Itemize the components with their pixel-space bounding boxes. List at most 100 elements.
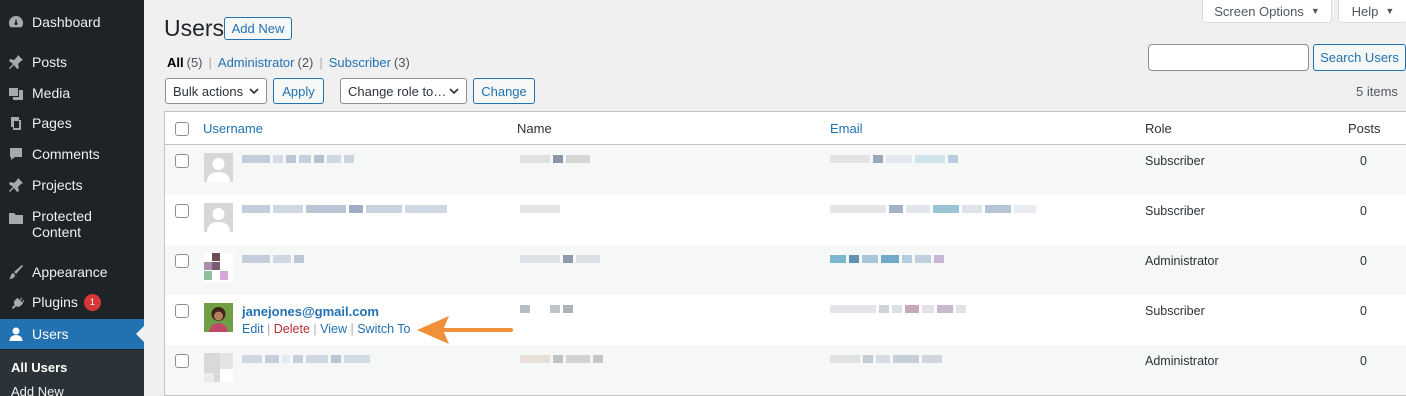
dashboard-icon bbox=[8, 14, 24, 30]
switch-to-link[interactable]: Switch To bbox=[357, 322, 410, 336]
sidebar-item-label: Posts bbox=[32, 54, 68, 70]
row-posts[interactable]: 0 bbox=[1360, 254, 1367, 268]
filter-administrator[interactable]: Administrator bbox=[218, 55, 295, 70]
row-checkbox[interactable] bbox=[175, 204, 189, 218]
delete-link[interactable]: Delete bbox=[274, 322, 310, 336]
redacted-email bbox=[830, 255, 944, 263]
help-label: Help bbox=[1351, 3, 1379, 19]
sidebar-item-projects[interactable]: Projects bbox=[0, 175, 144, 195]
sidebar-item-media[interactable]: Media bbox=[0, 83, 144, 103]
row-posts[interactable]: 0 bbox=[1360, 354, 1367, 368]
search-users-button[interactable]: Search Users bbox=[1313, 44, 1406, 71]
sidebar-item-posts[interactable]: Posts bbox=[0, 52, 144, 72]
comment-icon bbox=[8, 146, 24, 162]
row-checkbox[interactable] bbox=[175, 154, 189, 168]
row-posts[interactable]: 0 bbox=[1360, 154, 1367, 168]
change-role-select[interactable]: Change role to… bbox=[340, 78, 467, 104]
sidebar-item-plugins[interactable]: Plugins 1 bbox=[0, 292, 144, 312]
sidebar-item-label: Users bbox=[32, 326, 69, 342]
sidebar-item-label: Projects bbox=[32, 177, 83, 193]
bulk-actions-value: Bulk actions bbox=[173, 83, 244, 99]
column-username[interactable]: Username bbox=[203, 121, 263, 136]
row-checkbox[interactable] bbox=[175, 254, 189, 268]
sidebar-item-label: Media bbox=[32, 85, 71, 101]
sidebar-item-label: Comments bbox=[32, 146, 100, 162]
column-role: Role bbox=[1145, 121, 1172, 136]
sidebar-item-label: Pages bbox=[32, 115, 72, 131]
table-row: janejones@gmail.com Edit | Delete | View… bbox=[165, 295, 1406, 345]
redacted-username bbox=[242, 155, 354, 163]
redacted-email bbox=[830, 355, 942, 363]
submenu-add-new[interactable]: Add New bbox=[11, 384, 64, 396]
select-all-checkbox[interactable] bbox=[175, 122, 189, 136]
table-row: Subscriber 0 bbox=[165, 145, 1406, 195]
change-role-value: Change role to… bbox=[348, 83, 447, 99]
submenu-all-users[interactable]: All Users bbox=[11, 360, 67, 375]
add-new-user-button[interactable]: Add New bbox=[224, 17, 292, 40]
sidebar-item-comments[interactable]: Comments bbox=[0, 144, 144, 164]
row-checkbox[interactable] bbox=[175, 354, 189, 368]
view-link[interactable]: View bbox=[320, 322, 347, 336]
items-count: 5 items bbox=[1356, 84, 1398, 99]
column-name: Name bbox=[517, 121, 552, 136]
bulk-actions-select[interactable]: Bulk actions bbox=[165, 78, 267, 104]
filter-all-count: (5) bbox=[186, 55, 203, 70]
row-role: Administrator bbox=[1145, 354, 1219, 368]
row-role: Subscriber bbox=[1145, 304, 1205, 318]
username-link[interactable]: janejones@gmail.com bbox=[242, 304, 379, 319]
screen-options-label: Screen Options bbox=[1214, 3, 1304, 19]
screen-options-tab[interactable]: Screen Options ▼ bbox=[1202, 0, 1332, 23]
redacted-name bbox=[520, 155, 590, 163]
row-posts[interactable]: 0 bbox=[1360, 304, 1367, 318]
avatar bbox=[204, 353, 233, 382]
main-content: Users Add New Screen Options ▼ Help ▼ All(… bbox=[144, 0, 1406, 396]
users-submenu: All Users Add New bbox=[0, 350, 144, 396]
sidebar-item-label: Appearance bbox=[32, 264, 108, 280]
filter-subscriber-count: (3) bbox=[393, 55, 410, 70]
plug-icon bbox=[8, 294, 24, 310]
table-row: Subscriber 0 bbox=[165, 195, 1406, 245]
media-icon bbox=[8, 85, 24, 101]
row-checkbox[interactable] bbox=[175, 304, 189, 318]
edit-link[interactable]: Edit bbox=[242, 322, 264, 336]
redacted-email bbox=[830, 305, 966, 313]
search-users-input[interactable] bbox=[1148, 44, 1309, 71]
column-email[interactable]: Email bbox=[830, 121, 863, 136]
brush-icon bbox=[8, 264, 24, 280]
avatar bbox=[204, 253, 233, 282]
admin-sidebar: Dashboard Posts Media Pages Comments Pro… bbox=[0, 0, 144, 396]
redacted-username bbox=[242, 205, 447, 213]
redacted-name bbox=[520, 305, 573, 313]
apply-button[interactable]: Apply bbox=[273, 78, 324, 104]
chevron-down-icon bbox=[448, 85, 460, 97]
avatar bbox=[204, 203, 233, 232]
table-row: Administrator 0 bbox=[165, 245, 1406, 295]
row-actions: Edit | Delete | View | Switch To bbox=[242, 322, 410, 336]
users-table: Username Name Email Role Posts Subscribe… bbox=[164, 111, 1406, 396]
table-header: Username Name Email Role Posts bbox=[165, 112, 1406, 145]
sidebar-item-users[interactable]: Users bbox=[0, 319, 144, 349]
filter-subscriber[interactable]: Subscriber bbox=[329, 55, 391, 70]
redacted-name bbox=[520, 205, 560, 213]
role-filter-links: All (5) | Administrator (2) | Subscriber (3… bbox=[167, 55, 410, 70]
filter-all[interactable]: All bbox=[167, 55, 184, 70]
row-role: Subscriber bbox=[1145, 204, 1205, 218]
redacted-email bbox=[830, 155, 958, 163]
table-row: Administrator 0 bbox=[165, 345, 1406, 395]
sidebar-item-protected-content[interactable]: Protected Content bbox=[0, 208, 144, 240]
change-role-button[interactable]: Change bbox=[473, 78, 535, 104]
redacted-username bbox=[242, 355, 370, 363]
sidebar-item-pages[interactable]: Pages bbox=[0, 113, 144, 133]
help-tab[interactable]: Help ▼ bbox=[1338, 0, 1406, 23]
row-role: Administrator bbox=[1145, 254, 1219, 268]
sidebar-item-appearance[interactable]: Appearance bbox=[0, 262, 144, 282]
page-title: Users bbox=[164, 15, 225, 41]
update-count-badge: 1 bbox=[83, 293, 101, 311]
row-posts[interactable]: 0 bbox=[1360, 204, 1367, 218]
filter-separator: | bbox=[319, 55, 323, 70]
redacted-username bbox=[242, 255, 304, 263]
action-separator: | bbox=[267, 322, 274, 336]
filter-separator: | bbox=[208, 55, 212, 70]
sidebar-item-label: Plugins bbox=[32, 294, 78, 310]
sidebar-item-dashboard[interactable]: Dashboard bbox=[0, 12, 144, 32]
